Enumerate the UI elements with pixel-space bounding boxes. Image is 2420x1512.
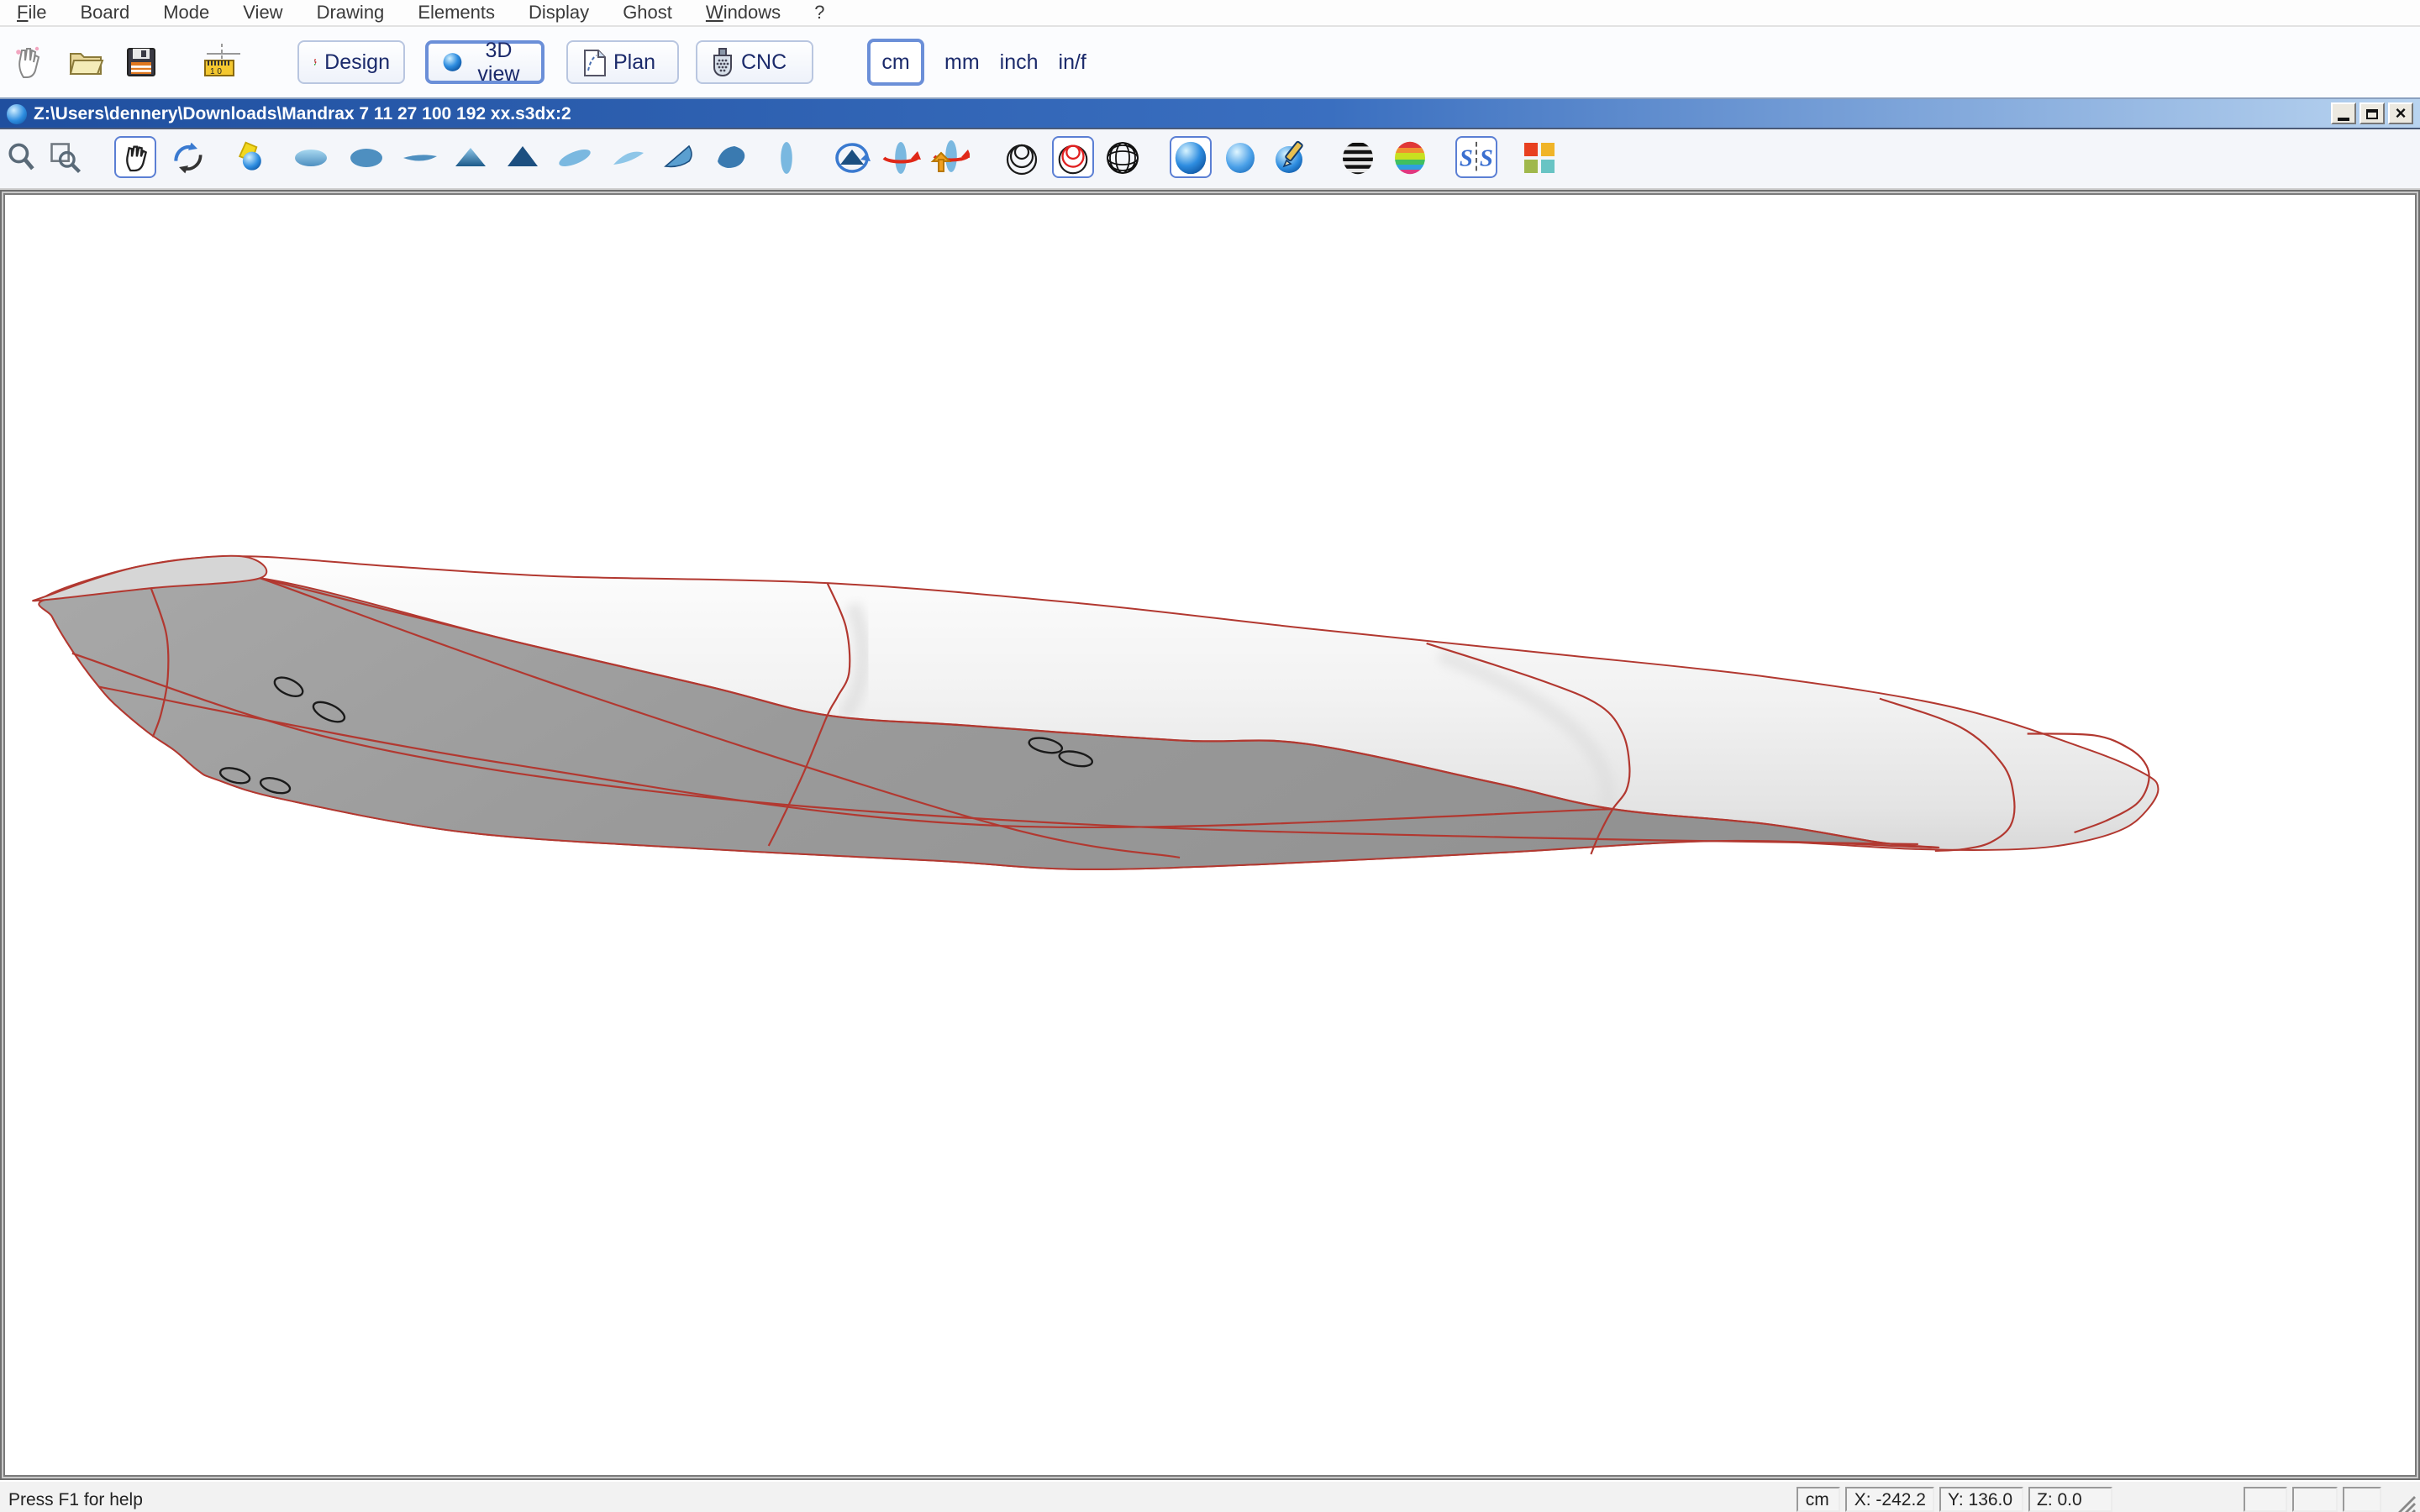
pan-hand-icon[interactable] [114,136,156,178]
unit-inf[interactable]: in/f [1059,50,1086,74]
menu-board[interactable]: Board [64,3,147,23]
status-empty-2 [2292,1487,2338,1512]
view-vertical-icon[interactable] [766,138,807,178]
menu-file[interactable]: File [0,3,64,23]
zoom-area-icon[interactable] [45,138,86,178]
status-x-coordinate: X: -242.2 [1845,1487,1934,1512]
document-sphere-icon [7,103,27,123]
status-empty-1 [2244,1487,2287,1512]
document-title: Z:\Users\dennery\Downloads\Mandrax 7 11 … [34,103,571,123]
view-toolbar: SS [0,129,2420,190]
close-button[interactable]: × [2388,102,2413,124]
cnc-bit-icon [713,48,732,77]
show-slices-icon[interactable] [1002,138,1042,178]
menu-view[interactable]: View [226,3,299,23]
svg-text:S: S [1460,144,1473,171]
symmetry-check-icon[interactable]: SS [1455,136,1497,178]
maximize-button[interactable] [2360,102,2385,124]
menu-ghost[interactable]: Ghost [606,3,689,23]
view-tail-icon[interactable] [502,138,543,178]
auto-rotate-icon[interactable] [832,138,872,178]
zoom-icon[interactable] [2,138,42,178]
menu-drawing[interactable]: Drawing [300,3,402,23]
plan-sheet-icon [584,49,606,76]
document-title-bar[interactable]: Z:\Users\dennery\Downloads\Mandrax 7 11 … [0,97,2420,129]
main-toolbar: 1 0 Design 3D view Plan CNC cm mm inch i… [0,27,2420,97]
plan-button-label: Plan [613,50,656,74]
menu-mode[interactable]: Mode [146,3,226,23]
spin-horizontal-icon[interactable] [881,138,921,178]
status-unit: cm [1797,1487,1841,1512]
board-3d-view[interactable] [5,195,2415,1475]
unit-cm[interactable]: cm [867,39,924,86]
wireframe-sphere-icon[interactable] [1102,138,1143,178]
menu-display[interactable]: Display [512,3,606,23]
curvature-map-icon[interactable] [1390,138,1430,178]
render-light-icon[interactable] [230,138,271,178]
design-button-label: Design [324,50,390,74]
measurements-ruler-icon[interactable]: 1 0 [200,40,244,84]
plan-button[interactable]: Plan [566,40,679,84]
menu-bar: File Board Mode View Drawing Elements Di… [0,0,2420,27]
status-bar: Press F1 for help cm X: -242.2 Y: 136.0 … [0,1480,2420,1512]
menu-elements[interactable]: Elements [401,3,512,23]
minimize-button[interactable] [2331,102,2356,124]
application-window: File Board Mode View Drawing Elements Di… [0,0,2420,1512]
view-perspective-2-icon[interactable] [608,138,649,178]
menu-windows[interactable]: Windows [689,3,797,23]
zebra-stripes-icon[interactable] [1338,138,1378,178]
3d-view-button[interactable]: 3D view [425,39,544,86]
status-help-text: Press F1 for help [8,1489,143,1509]
unit-mm[interactable]: mm [944,50,980,74]
svg-text:1 0: 1 0 [210,67,222,76]
cnc-button[interactable]: CNC [696,40,813,84]
svg-text:S: S [1480,144,1493,171]
open-folder-icon[interactable] [64,40,108,84]
view-bottom-icon[interactable] [346,138,387,178]
sphere-icon [443,53,462,71]
view-side-icon[interactable] [400,138,440,178]
unit-inch[interactable]: inch [1000,50,1039,74]
solid-render-icon[interactable] [1170,136,1212,178]
save-disk-icon[interactable] [119,40,163,84]
3d-view-button-label: 3D view [477,39,520,86]
view-perspective-3-icon[interactable] [659,138,699,178]
spin-vertical-icon[interactable] [929,138,970,178]
view-nose-icon[interactable] [450,138,491,178]
cnc-button-label: CNC [741,50,787,74]
status-y-coordinate: Y: 136.0 [1939,1487,2023,1512]
status-z-coordinate: Z: 0.0 [2028,1487,2112,1512]
view-perspective-4-icon[interactable] [711,138,751,178]
canvas-frame [0,190,2420,1480]
paint-design-icon[interactable] [1272,138,1313,178]
design-button[interactable]: Design [297,40,405,84]
viewport-3d[interactable] [3,193,2417,1477]
show-slices-highlight-icon[interactable] [1052,136,1094,178]
view-perspective-1-icon[interactable] [555,138,595,178]
color-swatches-icon[interactable] [1519,138,1560,178]
status-empty-3 [2343,1487,2381,1512]
resize-grip[interactable] [2393,1491,2417,1512]
pointer-hand-icon[interactable] [7,40,50,84]
design-curve-icon [313,59,317,66]
smooth-render-icon[interactable] [1220,138,1260,178]
view-deck-icon[interactable] [291,138,331,178]
rotate-3d-icon[interactable] [168,138,208,178]
menu-help[interactable]: ? [797,3,841,23]
